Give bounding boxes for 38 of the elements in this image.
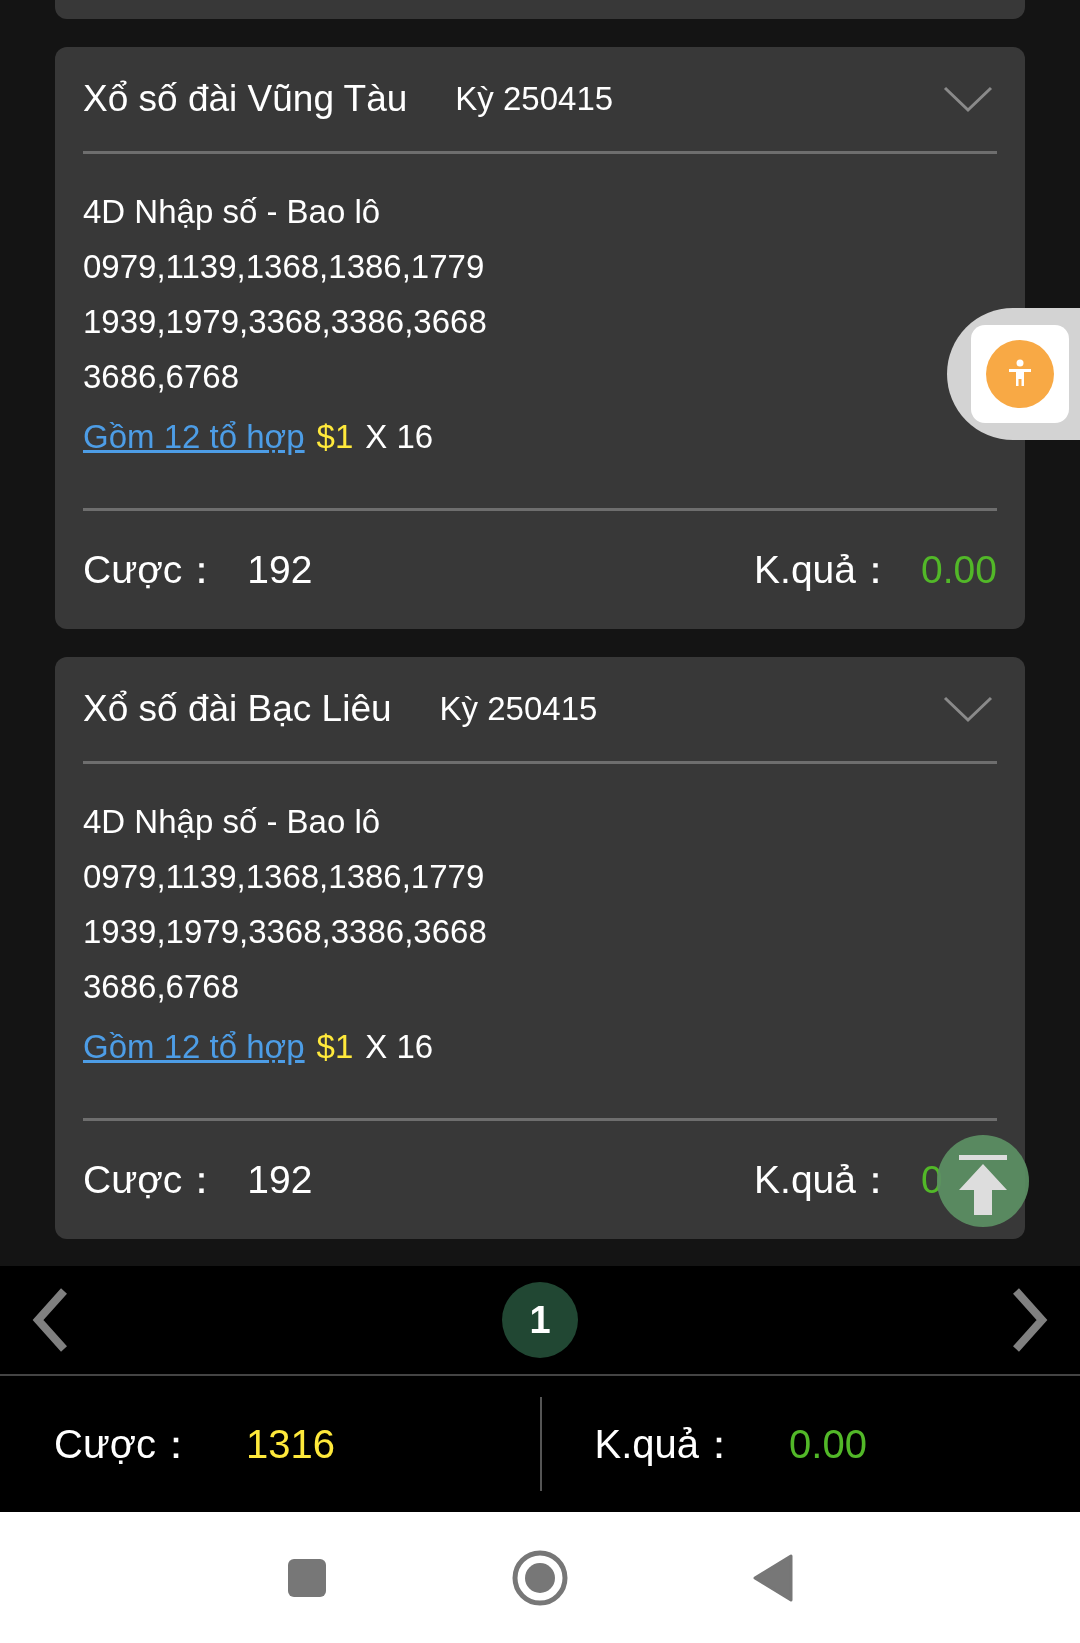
stake-amount: $1 xyxy=(316,417,354,457)
ticket-period: Kỳ 250415 xyxy=(455,80,614,118)
number-list: 1939,1979,3368,3386,3668 xyxy=(83,294,997,349)
next-page-icon[interactable] xyxy=(1010,1287,1050,1353)
number-list: 0979,1139,1368,1386,1779 xyxy=(83,849,997,904)
home-icon[interactable] xyxy=(512,1549,568,1606)
total-bet-value: 1316 xyxy=(245,1421,335,1467)
bet-value: 192 xyxy=(247,548,313,592)
previous-page-icon[interactable] xyxy=(30,1287,70,1353)
chevron-down-icon[interactable] xyxy=(943,84,993,114)
total-result-label: K.quả： xyxy=(594,1420,740,1468)
ticket-period: Kỳ 250415 xyxy=(439,690,598,728)
chevron-down-icon[interactable] xyxy=(943,694,993,724)
back-icon[interactable] xyxy=(753,1553,793,1602)
result-label: K.quả： xyxy=(754,1157,895,1203)
result-value: 0.00 xyxy=(921,548,997,592)
number-list: 0979,1139,1368,1386,1779 xyxy=(83,239,997,294)
bet-type: 4D Nhập số - Bao lô xyxy=(83,192,382,232)
bet-value: 192 xyxy=(247,1158,313,1202)
combo-link[interactable]: Gồm 12 tổ hợp xyxy=(83,404,305,470)
bet-label: Cược： xyxy=(83,1157,222,1203)
number-list: 1939,1979,3368,3386,3668 xyxy=(83,904,997,959)
number-list: 3686,6768 xyxy=(83,959,997,1014)
accessibility-tab[interactable] xyxy=(947,308,1080,440)
stake-amount: $1 xyxy=(316,1027,354,1067)
number-list: 3686,6768 xyxy=(83,349,997,404)
ticket-title: Xổ số đài Bạc Liêu xyxy=(83,688,392,730)
combo-link[interactable]: Gồm 12 tổ hợp xyxy=(83,1014,305,1080)
multiplier: X 16 xyxy=(365,1027,434,1067)
page-number[interactable]: 1 xyxy=(502,1282,578,1358)
bet-label: Cược： xyxy=(83,547,222,593)
total-result-value: 0.00 xyxy=(789,1421,867,1467)
multiplier: X 16 xyxy=(365,417,434,457)
result-label: K.quả： xyxy=(754,547,895,593)
total-bet-label: Cược： xyxy=(54,1420,196,1468)
ticket-title: Xổ số đài Vũng Tàu xyxy=(83,78,408,120)
accessibility-icon xyxy=(984,339,1055,409)
bet-type: 4D Nhập số - Bao lô xyxy=(83,802,382,842)
